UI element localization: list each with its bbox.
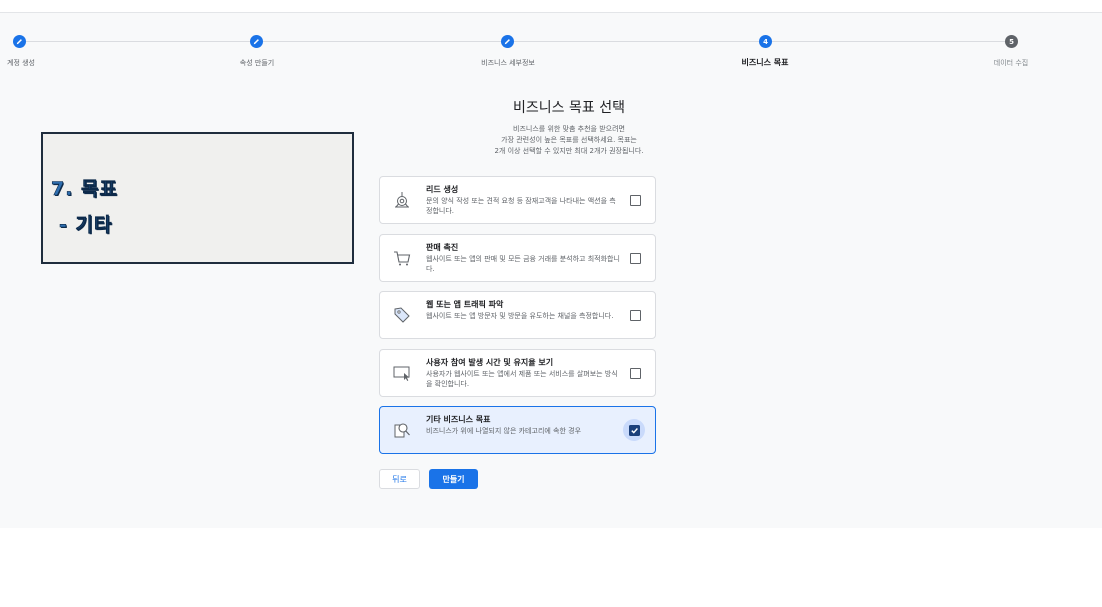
- goal-card-web-traffic[interactable]: 웹 또는 앱 트래픽 파악 웹사이트 또는 앱 방문자 및 방문을 유도하는 채…: [379, 291, 656, 339]
- annotation-line-1: 7. 목표: [51, 178, 119, 201]
- goal-description: 사용자가 웹사이트 또는 앱에서 제품 또는 서비스를 살펴보는 방식을 확인합…: [426, 370, 618, 388]
- goal-title: 사용자 참여 발생 시간 및 유지율 보기: [426, 358, 554, 367]
- goal-checkbox[interactable]: [630, 310, 641, 321]
- step-label-business-details[interactable]: 비즈니스 세부정보: [481, 58, 535, 68]
- page-title: 비즈니스 목표 선택: [513, 100, 625, 116]
- annotation-line-2: - 기타: [59, 214, 113, 237]
- goal-title: 웹 또는 앱 트래픽 파악: [426, 300, 504, 309]
- goal-title: 리드 생성: [426, 185, 459, 194]
- screen-cursor-icon: [393, 366, 410, 381]
- goal-description: 웹사이트 또는 앱 방문자 및 방문을 유도하는 채널을 측정합니다.: [426, 312, 614, 320]
- checkmark-icon: [628, 424, 640, 436]
- goal-description: 비즈니스가 위에 나열되지 않은 카테고리에 속한 경우: [426, 427, 582, 435]
- back-button[interactable]: 뒤로: [379, 469, 420, 489]
- goal-title: 판매 촉진: [426, 243, 459, 252]
- step-label-business-goals: 비즈니스 목표: [741, 58, 789, 67]
- description-line: 2개 이상 선택할 수 있지만 최대 2개가 권장됩니다.: [494, 147, 644, 155]
- step-label-property[interactable]: 속성 만들기: [240, 58, 274, 68]
- step-label-account[interactable]: 계정 생성: [7, 58, 35, 68]
- goal-card-engagement[interactable]: 사용자 참여 발생 시간 및 유지율 보기 사용자가 웹사이트 또는 앱에서 제…: [379, 349, 656, 397]
- create-button[interactable]: 만들기: [429, 469, 478, 489]
- lead-target-icon: [395, 192, 409, 208]
- setup-stepper: 4 5 계정 생성 속성 만들기 비즈니스 세부정보 비즈니스 목표 데이터 수…: [0, 0, 1102, 80]
- step-connector: [514, 41, 759, 42]
- tag-icon: [394, 307, 410, 323]
- step-label-data-collection: 데이터 수집: [993, 59, 1029, 67]
- page-description: 비즈니스를 위한 맞춤 추천을 받으려면 가장 관련성이 높은 목표를 선택하세…: [0, 124, 1102, 157]
- goal-card-lead-generation[interactable]: 리드 생성 문의 양식 작성 또는 견적 요청 등 잠재고객을 나타내는 액션을…: [379, 176, 656, 224]
- step-connector: [26, 41, 250, 42]
- shopping-cart-icon: [394, 251, 411, 266]
- goal-card-other[interactable]: 기타 비즈니스 목표 비즈니스가 위에 나열되지 않은 카테고리에 속한 경우: [379, 406, 656, 454]
- goal-checkbox[interactable]: [630, 253, 641, 264]
- goal-description: 웹사이트 또는 앱의 판매 및 모든 금융 거래를 분석하고 최적화합니다.: [426, 255, 620, 273]
- description-line: 비즈니스를 위한 맞춤 추천을 받으려면: [513, 125, 625, 133]
- step-connector: [263, 41, 501, 42]
- goal-checkbox[interactable]: [630, 368, 641, 379]
- goal-description: 문의 양식 작성 또는 견적 요청 등 잠재고객을 나타내는 액션을 측정합니다…: [426, 197, 616, 215]
- goal-card-drive-sales[interactable]: 판매 촉진 웹사이트 또는 앱의 판매 및 모든 금융 거래를 분석하고 최적화…: [379, 234, 656, 282]
- step-connector: [772, 41, 1005, 42]
- goal-checkbox-checked[interactable]: [623, 419, 645, 441]
- magnifier-icon: [394, 423, 410, 438]
- step-5-number: 5: [1005, 35, 1018, 48]
- description-line: 가장 관련성이 높은 목표를 선택하세요. 목표는: [501, 136, 637, 144]
- step-3-pencil-icon[interactable]: [501, 35, 514, 48]
- goal-checkbox[interactable]: [630, 195, 641, 206]
- step-2-pencil-icon[interactable]: [250, 35, 263, 48]
- step-1-pencil-icon[interactable]: [13, 35, 26, 48]
- step-4-number: 4: [759, 35, 772, 48]
- goal-title: 기타 비즈니스 목표: [426, 415, 491, 424]
